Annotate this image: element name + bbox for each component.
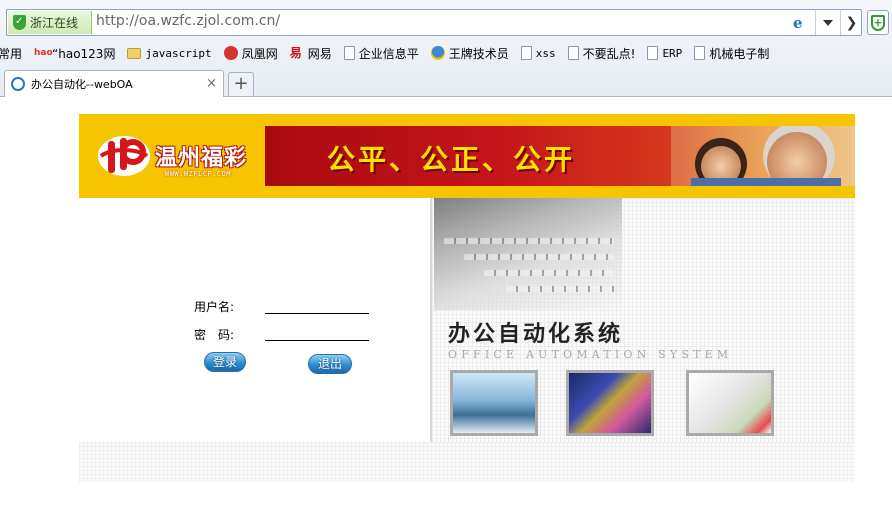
bookmark-label: 不要乱点!	[582, 46, 636, 61]
login-form: 用户名: 密 码: 登录 退出	[190, 296, 390, 396]
page-content: 温州福彩 WWW.WZFLCP.COM 公平、公正、公开 办公自动化系统 OFF…	[0, 98, 892, 520]
bookmark-label: 机械电子制	[709, 46, 770, 61]
bookmark-item[interactable]: 常用	[0, 45, 22, 62]
people-photo	[671, 126, 855, 186]
keyboard-photo	[434, 198, 622, 310]
password-input[interactable]	[265, 323, 369, 341]
bookmark-label: ERP	[662, 46, 683, 60]
chevron-right-icon: ❯	[845, 14, 858, 31]
lottery-logo-mark	[98, 136, 150, 176]
username-label: 用户名:	[194, 300, 235, 314]
bookmark-item[interactable]: 凤凰网	[223, 45, 278, 62]
page-icon	[520, 46, 532, 60]
bookmarks-bar: 常用 hao “hao123网 javascript 凤凰网 易 网易 企业信息…	[0, 42, 892, 64]
slogan-panel: 公平、公正、公开	[265, 126, 855, 186]
url-input[interactable]	[96, 13, 696, 29]
bookmark-label: 常用	[0, 46, 23, 61]
bookmark-item[interactable]: 不要乱点!	[567, 45, 636, 62]
close-icon[interactable]: ×	[206, 76, 217, 91]
page-icon	[567, 46, 579, 60]
password-label: 密 码:	[194, 328, 235, 342]
bookmark-item[interactable]: 易 网易	[290, 45, 332, 62]
new-tab-button[interactable]: +	[228, 72, 254, 96]
grid-footer-strip	[79, 442, 855, 482]
bookmark-item[interactable]: javascript	[127, 46, 212, 60]
tab-strip: 办公自动化--webOA × +	[0, 69, 892, 97]
folder-icon	[127, 47, 142, 59]
system-subtitle: OFFICE AUTOMATION SYSTEM	[448, 348, 733, 361]
banner: 温州福彩 WWW.WZFLCP.COM 公平、公正、公开	[79, 114, 855, 198]
tab-webOA[interactable]: 办公自动化--webOA ×	[4, 70, 224, 97]
login-button[interactable]: 登录	[204, 352, 246, 372]
go-button[interactable]: ❯	[840, 10, 862, 35]
tech-photo-thumbnail	[566, 370, 654, 436]
oa-system-panel: 办公自动化系统 OFFICE AUTOMATION SYSTEM	[430, 198, 855, 442]
hao123-icon: hao	[34, 48, 53, 58]
slogan-text: 公平、公正、公开	[327, 143, 576, 176]
address-dropdown-button[interactable]	[815, 10, 839, 35]
system-title: 办公自动化系统	[448, 321, 624, 347]
username-input[interactable]	[265, 296, 369, 314]
tab-title: 办公自动化--webOA	[31, 78, 133, 91]
bookmark-label: 网易	[307, 46, 332, 61]
security-badge-label: 浙江在线	[30, 16, 79, 30]
security-badge[interactable]: 浙江在线	[8, 11, 92, 34]
page-icon	[647, 46, 659, 60]
ie-compat-icon[interactable]: e	[793, 15, 809, 31]
bookmark-label: xss	[535, 46, 556, 60]
bookmark-label: “hao123网	[52, 46, 116, 61]
office-photo-thumbnail	[450, 370, 538, 436]
browser-chrome: 浙江在线 e ❯ + 常用 hao “hao123网 javascript 凤凰…	[0, 0, 892, 97]
bookmark-label: 王牌技术员	[448, 46, 509, 61]
netease-icon: 易	[289, 46, 302, 60]
bookmark-label: 凤凰网	[241, 46, 278, 61]
chevron-down-icon	[822, 19, 833, 26]
security-shield-button[interactable]: +	[867, 10, 889, 35]
data-photo-thumbnail	[686, 370, 774, 436]
bookmark-item[interactable]: xss	[520, 46, 556, 60]
lottery-logo: 温州福彩 WWW.WZFLCP.COM	[79, 126, 263, 186]
address-bar[interactable]: 浙江在线 e ❯	[6, 9, 862, 36]
bookmark-item[interactable]: hao “hao123网	[34, 45, 115, 62]
page-icon	[343, 46, 355, 60]
bookmark-item[interactable]: 机械电子制	[694, 45, 769, 62]
qq-icon	[430, 46, 445, 60]
bookmark-item[interactable]: 王牌技术员	[430, 45, 509, 62]
logo-title: 温州福彩	[155, 145, 248, 171]
bookmark-item[interactable]: 企业信息平	[343, 45, 419, 62]
ifeng-icon	[223, 46, 238, 60]
bookmark-label: javascript	[145, 46, 212, 60]
bookmark-label: 企业信息平	[358, 46, 419, 61]
page-icon	[694, 46, 706, 60]
logo-url: WWW.WZFLCP.COM	[165, 170, 232, 178]
ie-page-icon	[11, 77, 25, 91]
shield-plus-icon: +	[871, 14, 885, 31]
bookmark-item[interactable]: ERP	[647, 46, 682, 60]
exit-button[interactable]: 退出	[308, 354, 352, 374]
shield-check-icon	[13, 15, 26, 30]
